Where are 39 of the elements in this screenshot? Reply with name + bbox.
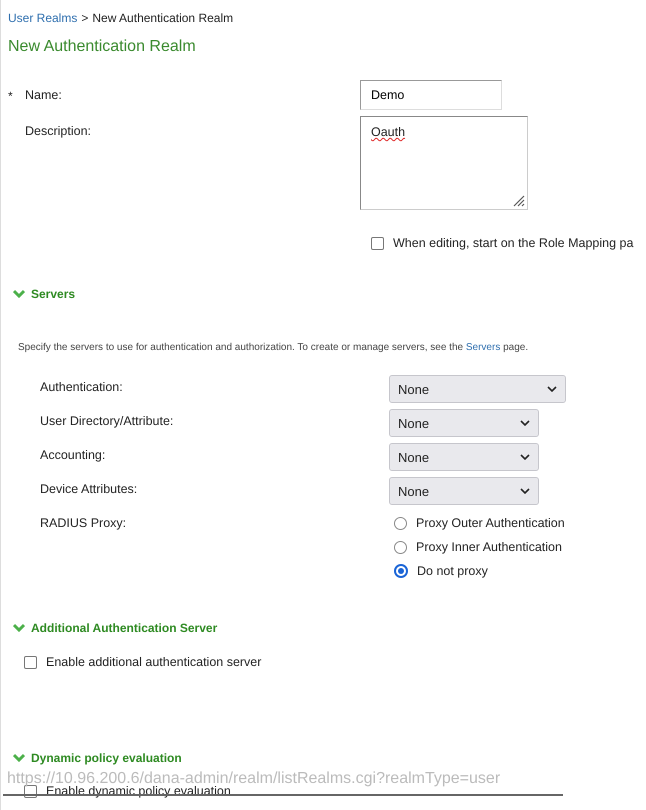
field-label: Authentication: [40,379,124,396]
field-label: Accounting: [40,447,106,464]
section-heading[interactable]: Dynamic policy evaluation [31,751,182,765]
checkbox-label: Enable additional authentication server [46,655,262,669]
field-label: Description: [25,123,92,138]
dropdown[interactable]: None [389,375,566,403]
radio-button[interactable] [394,540,407,554]
radio-label: Do not proxy [417,564,488,578]
dropdown[interactable]: None [389,443,539,471]
section-heading[interactable]: Servers [31,287,76,301]
radio-button[interactable] [394,564,408,578]
checkbox[interactable] [24,784,37,798]
checkbox[interactable] [24,656,37,668]
caret-icon [520,454,530,460]
servers-link[interactable]: Servers [466,342,500,353]
field-label: User Directory/Attribute: [40,413,174,430]
radio-label: Proxy Inner Authentication [416,540,562,554]
radio-label: Proxy Outer Authentication [416,516,565,530]
dropdown[interactable]: None [389,477,539,505]
name-field[interactable]: Demo [360,80,502,110]
caret-icon [520,488,530,494]
breadcrumb-link[interactable]: User Realms [8,11,78,25]
field-label: RADIUS Proxy: [40,515,128,532]
dropdown[interactable]: None [389,409,539,437]
section-description: Specify the servers to use for authentication and authorization. To create or manage servers, see the Servers page. [18,342,530,353]
caret-icon [520,420,530,426]
field-label: Device Attributes: [40,481,138,498]
breadcrumb-separator: > [81,11,88,25]
resize-grip-icon [511,193,525,207]
description-field[interactable]: Oauth [360,116,528,210]
field-label: Name: [25,87,63,102]
checkbox[interactable] [371,236,384,250]
section-heading[interactable]: Additional Authentication Server [31,621,218,635]
radio-button[interactable] [394,516,407,530]
caret-icon [547,386,557,392]
breadcrumb-current: New Authentication Realm [92,11,234,25]
checkbox-label: When editing, start on the Role Mapping pa [393,236,634,250]
required-mark: * [7,88,14,103]
page-title: New Authentication Realm [8,38,197,56]
